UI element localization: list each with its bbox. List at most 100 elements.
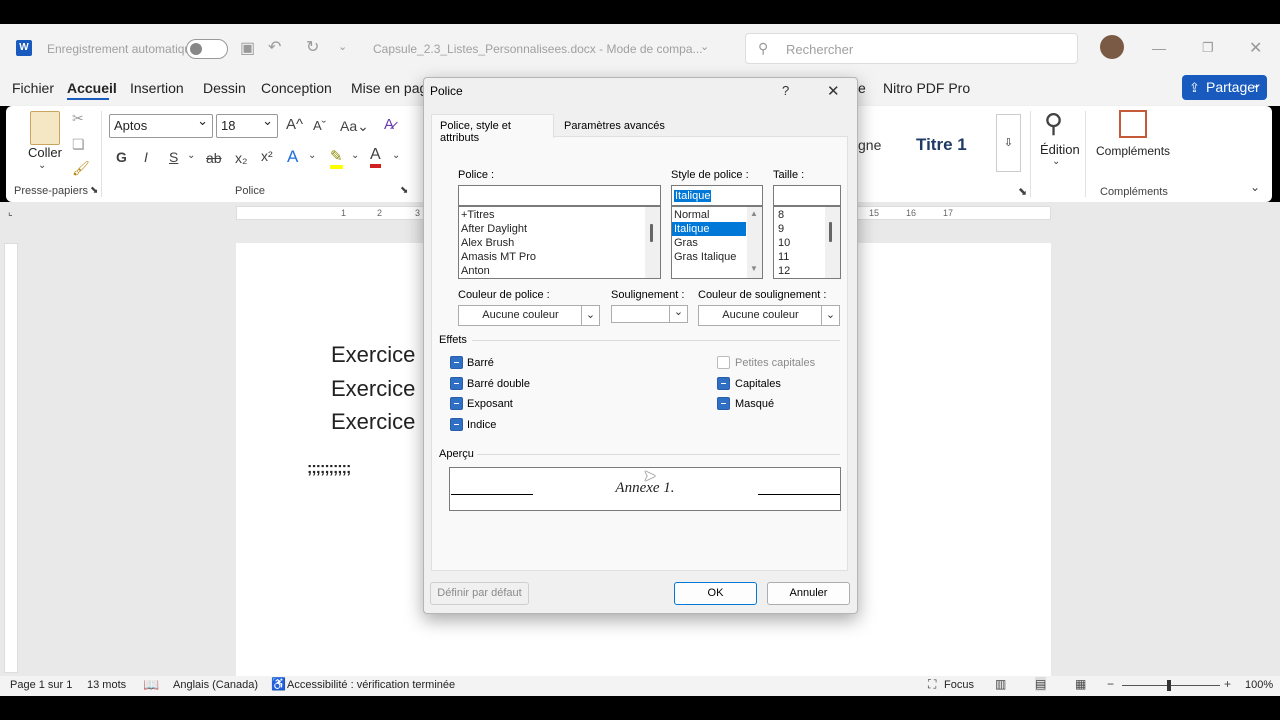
superscript-icon[interactable]: x² bbox=[261, 148, 273, 164]
ok-button[interactable]: OK bbox=[674, 582, 757, 605]
tab-fichier[interactable]: Fichier bbox=[12, 80, 54, 96]
style-gallery-partial[interactable]: gne bbox=[858, 137, 881, 153]
highlight-icon[interactable]: ✎ bbox=[330, 147, 343, 169]
subscript-icon[interactable]: x₂ bbox=[235, 150, 247, 166]
search-icon[interactable]: ⚲ bbox=[1044, 108, 1063, 139]
avatar[interactable] bbox=[1100, 35, 1124, 59]
addins-icon[interactable] bbox=[1119, 110, 1147, 138]
list-item[interactable]: Normal bbox=[672, 208, 746, 222]
tab-dessin[interactable]: Dessin bbox=[203, 80, 246, 96]
scrollbar[interactable] bbox=[825, 207, 840, 278]
cancel-button[interactable]: Annuler bbox=[767, 582, 850, 605]
chevron-down-icon[interactable]: ⌄ bbox=[308, 150, 316, 161]
save-icon[interactable]: ▣ bbox=[240, 38, 255, 58]
chevron-down-icon[interactable]: ⌄ bbox=[700, 40, 709, 53]
zoom-level[interactable]: 100% bbox=[1245, 679, 1273, 691]
shrink-font-icon[interactable]: Aˇ bbox=[313, 118, 326, 133]
dialog-launcher-icon[interactable]: ⬊ bbox=[400, 185, 408, 196]
document-title[interactable]: Capsule_2.3_Listes_Personnalisees.docx -… bbox=[373, 42, 703, 56]
page-count[interactable]: Page 1 sur 1 bbox=[10, 679, 72, 691]
undo-icon[interactable]: ↶ bbox=[268, 37, 281, 57]
checkbox-label[interactable]: Exposant bbox=[467, 398, 513, 410]
checkbox-subscript[interactable] bbox=[450, 418, 463, 431]
tab-accueil[interactable]: Accueil bbox=[67, 80, 117, 96]
redo-icon[interactable]: ↻ bbox=[306, 37, 319, 57]
zoom-slider[interactable] bbox=[1122, 685, 1220, 686]
focus-icon[interactable]: ⛶ bbox=[928, 677, 936, 692]
tab-font-style[interactable]: Police, style et attributs bbox=[431, 114, 554, 144]
list-item-selected[interactable]: Italique bbox=[672, 222, 746, 236]
chevron-down-icon[interactable]: ⌄ bbox=[392, 150, 400, 161]
focus-label[interactable]: Focus bbox=[944, 679, 974, 691]
customize-toolbar-icon[interactable]: ⌄ bbox=[338, 40, 347, 53]
checkbox-all-caps[interactable] bbox=[717, 377, 730, 390]
autosave-toggle[interactable] bbox=[186, 39, 228, 59]
checkbox-hidden[interactable] bbox=[717, 397, 730, 410]
vertical-ruler[interactable] bbox=[4, 243, 18, 673]
tab-partial[interactable]: e bbox=[858, 80, 866, 96]
chevron-down-icon[interactable]: ⌄ bbox=[1052, 156, 1060, 167]
tab-selector[interactable]: ⌞ bbox=[8, 207, 13, 218]
search-box[interactable]: ⚲ Rechercher bbox=[745, 33, 1078, 64]
text-effects-icon[interactable]: A bbox=[287, 147, 298, 167]
read-mode-icon[interactable]: ▥ bbox=[995, 677, 1006, 691]
size-input[interactable] bbox=[773, 185, 841, 206]
underline-button[interactable]: S bbox=[169, 149, 178, 165]
addins-label[interactable]: Compléments bbox=[1096, 144, 1170, 158]
word-count[interactable]: 13 mots bbox=[87, 679, 126, 691]
checkbox-label[interactable]: Barré bbox=[467, 357, 494, 369]
list-item[interactable]: Amasis MT Pro bbox=[459, 250, 660, 264]
scroll-down-icon[interactable]: ▼ bbox=[750, 264, 758, 273]
close-icon[interactable]: ✕ bbox=[1249, 38, 1262, 58]
list-item[interactable]: Anton bbox=[459, 264, 660, 278]
chevron-down-icon[interactable]: ⌄ bbox=[187, 150, 195, 161]
scrollbar[interactable]: ▲ ▼ bbox=[747, 207, 762, 278]
tab-advanced[interactable]: Paramètres avancés bbox=[564, 120, 665, 132]
chevron-down-icon[interactable]: ⌄ bbox=[38, 160, 46, 171]
accessibility-status[interactable]: Accessibilité : vérification terminée bbox=[287, 679, 455, 691]
style-titre1[interactable]: Titre 1 bbox=[916, 135, 967, 155]
font-color-dropdown[interactable]: Aucune couleur ⌄ bbox=[458, 305, 600, 326]
list-item[interactable]: Gras bbox=[672, 236, 746, 250]
underline-dropdown[interactable]: ⌄ bbox=[611, 305, 688, 323]
scrollbar-thumb[interactable] bbox=[650, 224, 653, 242]
checkbox-label[interactable]: Petites capitales bbox=[735, 357, 815, 369]
format-painter-icon[interactable]: 🖌 bbox=[72, 160, 90, 177]
editing-label[interactable]: Édition bbox=[1040, 142, 1080, 157]
document-line[interactable]: Exercice bbox=[331, 342, 415, 368]
bold-button[interactable]: G bbox=[116, 149, 127, 165]
document-line[interactable]: Exercice bbox=[331, 376, 415, 402]
zoom-in-icon[interactable]: + bbox=[1224, 677, 1231, 691]
checkbox-label[interactable]: Barré double bbox=[467, 378, 530, 390]
strikethrough-icon[interactable]: ab bbox=[206, 150, 222, 166]
style-input[interactable]: Italique bbox=[671, 185, 763, 206]
checkbox-label[interactable]: Masqué bbox=[735, 398, 774, 410]
list-item[interactable]: Alex Brush bbox=[459, 236, 660, 250]
scrollbar[interactable] bbox=[645, 207, 660, 278]
web-layout-icon[interactable]: ▦ bbox=[1075, 677, 1086, 691]
restore-icon[interactable]: ❐ bbox=[1202, 40, 1214, 56]
zoom-out-icon[interactable]: − bbox=[1107, 677, 1114, 691]
collapse-ribbon-icon[interactable]: ⌄ bbox=[1250, 180, 1260, 194]
paste-label[interactable]: Coller bbox=[28, 145, 62, 160]
language-status[interactable]: Anglais (Canada) bbox=[173, 679, 258, 691]
font-color-icon[interactable]: A bbox=[370, 146, 381, 168]
checkbox-small-caps[interactable] bbox=[717, 356, 730, 369]
dialog-launcher-icon[interactable]: ⬊ bbox=[90, 185, 98, 196]
accessibility-icon[interactable]: ♿ bbox=[271, 677, 286, 691]
checkbox-double-strikethrough[interactable] bbox=[450, 377, 463, 390]
share-button[interactable]: ⇪ Partager ⌄ bbox=[1182, 75, 1267, 100]
list-item[interactable]: After Daylight bbox=[459, 222, 660, 236]
set-default-button[interactable]: Définir par défaut bbox=[430, 582, 529, 605]
list-item[interactable]: Gras Italique bbox=[672, 250, 746, 264]
scroll-up-icon[interactable]: ▲ bbox=[750, 209, 758, 218]
checkbox-strikethrough[interactable] bbox=[450, 356, 463, 369]
font-name-input[interactable] bbox=[458, 185, 661, 206]
clear-formatting-icon[interactable]: A̷ bbox=[384, 116, 394, 133]
underline-color-dropdown[interactable]: Aucune couleur ⌄ bbox=[698, 305, 840, 326]
tab-insertion[interactable]: Insertion bbox=[130, 80, 184, 96]
change-case-icon[interactable]: Aa⌄ bbox=[340, 118, 369, 135]
font-name-combo[interactable]: Aptos bbox=[109, 113, 213, 138]
checkbox-superscript[interactable] bbox=[450, 397, 463, 410]
zoom-slider-thumb[interactable] bbox=[1167, 680, 1171, 691]
